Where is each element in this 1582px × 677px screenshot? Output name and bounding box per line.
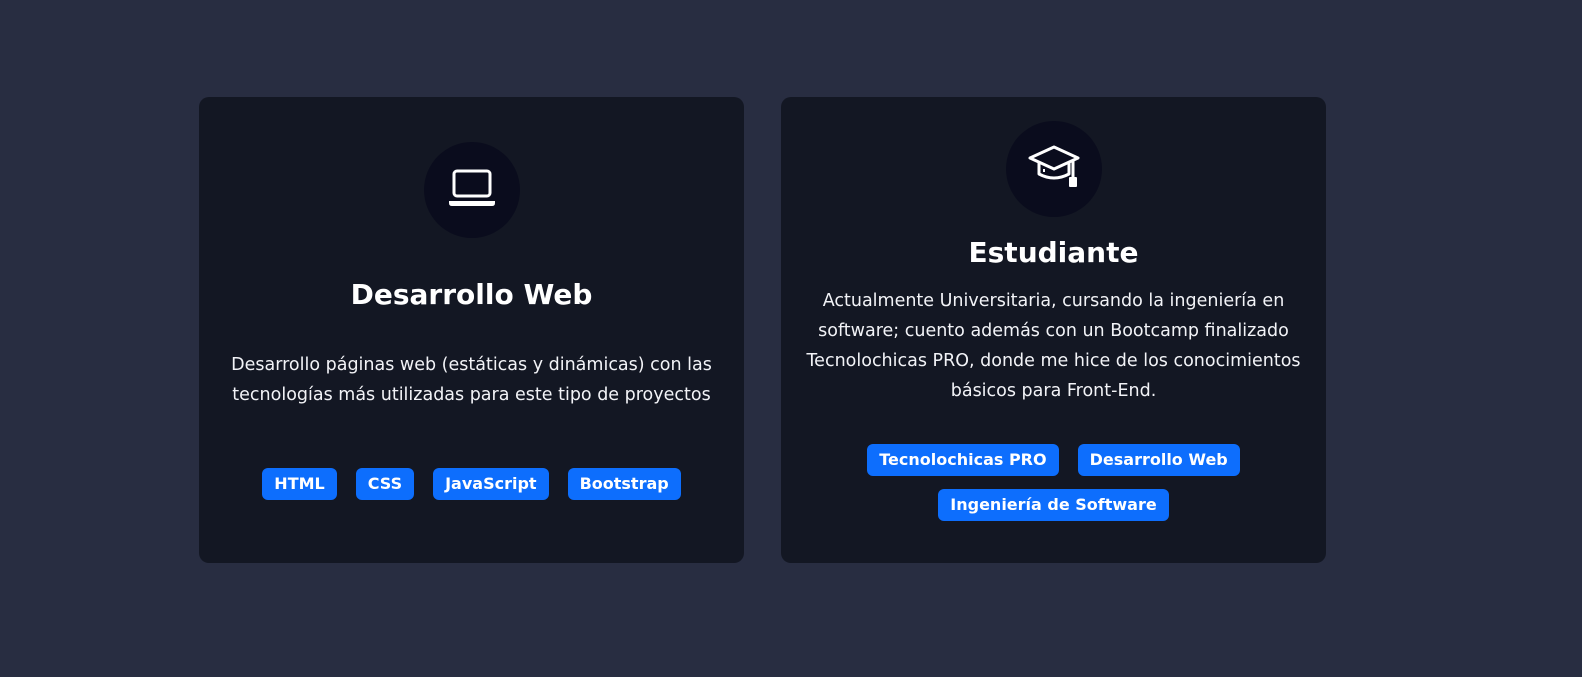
tag-list: Tecnolochicas PRO Desarrollo Web Ingenie… [821,444,1286,521]
tag-tecnolochicas-pro: Tecnolochicas PRO [867,444,1059,476]
tag-html: HTML [262,468,337,500]
laptop-icon [447,168,497,212]
card-title: Estudiante [968,236,1139,269]
card-description: Actualmente Universitaria, cursando la i… [806,291,1301,401]
web-development-card: Desarrollo Web Desarrollo páginas web (e… [199,97,744,563]
card-title: Desarrollo Web [350,278,593,311]
student-card: Estudiante Actualmente Universitaria, cu… [781,97,1326,563]
tag-bootstrap: Bootstrap [567,468,681,500]
tag-list: HTML CSS JavaScript Bootstrap [239,468,704,500]
tag-desarrollo-web: Desarrollo Web [1077,444,1240,476]
graduation-cap-icon-circle [1005,121,1102,217]
laptop-icon-circle [423,142,520,238]
graduation-cap-icon [1027,143,1081,195]
tag-css: CSS [355,468,415,500]
card-description: Desarrollo páginas web (estáticas y diná… [231,355,712,405]
tag-javascript: JavaScript [433,468,549,500]
tag-ingenieria-de-software: Ingeniería de Software [938,489,1169,521]
